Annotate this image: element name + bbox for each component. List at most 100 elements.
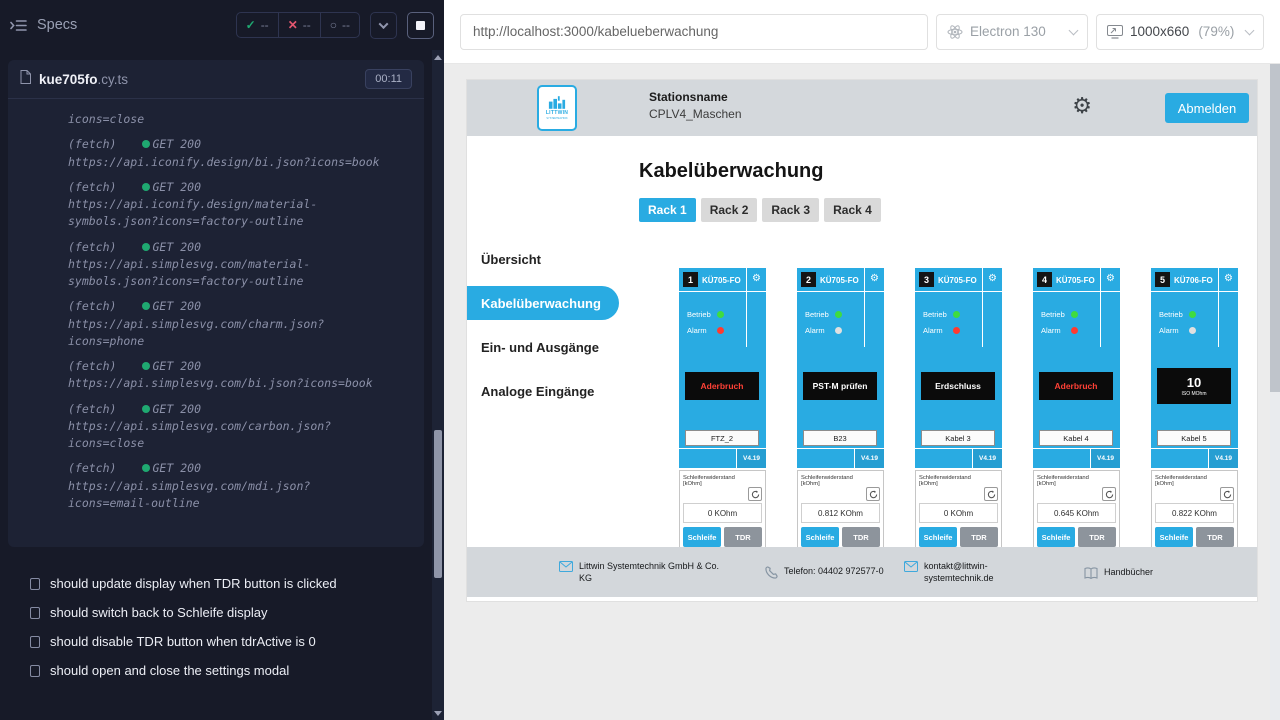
status-dot-icon [142, 464, 150, 472]
device-settings-icon[interactable]: ⚙ [988, 273, 997, 284]
device-gear-column: ⚙ [1100, 268, 1120, 347]
spec-name[interactable]: kue705fo.cy.ts [39, 72, 128, 87]
network-log-entry[interactable]: (fetch)GET200 https://api.simplesvg.com/… [68, 358, 390, 393]
sidebar-item-analoge-eingaenge[interactable]: Analoge Eingänge [467, 374, 619, 408]
network-log-entry[interactable]: (fetch)GET200 https://api.iconify.design… [68, 136, 390, 171]
test-box-icon [30, 636, 40, 648]
refresh-icon[interactable] [866, 487, 880, 501]
version-strip: V4.19 [1033, 448, 1120, 468]
sidebar-item-uebersicht[interactable]: Übersicht [467, 242, 619, 276]
stop-button[interactable] [407, 12, 434, 39]
tdr-button[interactable]: TDR [1078, 527, 1116, 547]
phone-number[interactable]: Telefon: 04402 972577-0 [784, 565, 884, 577]
scrollbar-thumb[interactable] [434, 430, 442, 578]
manuals-link[interactable]: Handbücher [1104, 566, 1153, 578]
schleife-button[interactable]: Schleife [1037, 527, 1075, 547]
alarm-led [1189, 327, 1196, 334]
sidebar-item-ein-und-ausgaenge[interactable]: Ein- und Ausgänge [467, 330, 619, 364]
network-log-entry[interactable]: (fetch)GET200 https://api.simplesvg.com/… [68, 401, 390, 453]
company-name: Littwin Systemtechnik GmbH & Co. KG [579, 560, 729, 584]
device-settings-icon[interactable]: ⚙ [870, 273, 879, 284]
url-input[interactable] [460, 14, 928, 50]
pending-count: -- [342, 18, 350, 32]
specs-label[interactable]: Specs [37, 17, 77, 33]
phone-icon [765, 566, 778, 579]
mode-buttons: Schleife TDR [683, 527, 762, 547]
status-dot-icon [142, 405, 150, 413]
device-settings-icon[interactable]: ⚙ [1224, 273, 1233, 284]
tdr-button[interactable]: TDR [842, 527, 880, 547]
log-url-continuation[interactable]: icons=close [68, 111, 390, 128]
viewport-size-select[interactable]: 1000x660 (79%) [1096, 14, 1264, 50]
test-title: should switch back to Schleife display [50, 605, 268, 620]
scrollbar-track[interactable] [432, 64, 444, 706]
refresh-icon[interactable] [1220, 487, 1234, 501]
spec-file-icon [20, 70, 31, 89]
station-name: CPLV4_Maschen [649, 107, 742, 121]
refresh-icon[interactable] [748, 487, 762, 501]
network-log-entry[interactable]: (fetch)GET200 https://api.simplesvg.com/… [68, 460, 390, 512]
refresh-icon[interactable] [984, 487, 998, 501]
littwin-logo-icon [548, 96, 566, 109]
device-settings-icon[interactable]: ⚙ [1106, 273, 1115, 284]
tdr-button[interactable]: TDR [960, 527, 998, 547]
test-item[interactable]: should disable TDR button when tdrActive… [14, 627, 418, 656]
measurement-label: Schleifenwiderstand [kOhm] [680, 471, 744, 487]
log-url: https://api.simplesvg.com/mdi.json?icons… [68, 478, 390, 513]
tab-rack-4[interactable]: Rack 4 [824, 198, 881, 222]
tdr-button[interactable]: TDR [724, 527, 762, 547]
alarm-led-row: Alarm [805, 326, 842, 335]
mode-buttons: Schleife TDR [1037, 527, 1116, 547]
refresh-icon[interactable] [1102, 487, 1116, 501]
measurement-panel: Schleifenwiderstand [kOhm] 0.645 KOhm Sc… [1033, 470, 1120, 550]
device-model-label: KÜ705-FO [820, 276, 859, 285]
email-address[interactable]: kontakt@littwin-systemtechnik.de [924, 560, 1004, 584]
tab-rack-2[interactable]: Rack 2 [701, 198, 758, 222]
rack-tabs: Rack 1 Rack 2 Rack 3 Rack 4 [639, 198, 1257, 222]
mode-buttons: Schleife TDR [919, 527, 998, 547]
device-number-badge: 5 [1155, 272, 1170, 287]
schleife-button[interactable]: Schleife [801, 527, 839, 547]
test-item[interactable]: should update display when TDR button is… [14, 569, 418, 598]
sidebar-item-kabelueberwachung[interactable]: Kabelüberwachung [467, 286, 619, 320]
clock-icon: ○ [330, 18, 337, 32]
device-settings-icon[interactable]: ⚙ [752, 273, 761, 284]
x-icon: ✕ [288, 18, 298, 32]
schleife-button[interactable]: Schleife [683, 527, 721, 547]
tab-rack-1[interactable]: Rack 1 [639, 198, 696, 222]
logout-button[interactable]: Abmelden [1165, 93, 1249, 123]
alarm-led-row: Alarm [1041, 326, 1078, 335]
device-panel: 3 KÜ705-FO ⚙ Betrieb Alarm Erdschluss Ka… [915, 268, 1002, 468]
command-log: icons=close (fetch)GET200 https://api.ic… [8, 99, 424, 532]
log-event-type: (fetch) [68, 359, 116, 373]
tab-rack-3[interactable]: Rack 3 [762, 198, 819, 222]
browser-select[interactable]: Electron 130 [936, 14, 1088, 50]
scroll-down-arrow-icon[interactable] [432, 706, 444, 720]
measurement-label: Schleifenwiderstand [kOhm] [1034, 471, 1098, 487]
network-log-entry[interactable]: (fetch)GET200 https://api.simplesvg.com/… [68, 239, 390, 291]
version-strip: V4.19 [797, 448, 884, 468]
status-dot-icon [142, 183, 150, 191]
footer-manuals[interactable]: Handbücher [1084, 566, 1153, 579]
reporter-scrollbar[interactable] [432, 50, 444, 720]
settings-gear-icon[interactable]: ⚙ [1072, 95, 1092, 119]
status-dot-icon [142, 362, 150, 370]
schleife-button[interactable]: Schleife [919, 527, 957, 547]
scroll-up-arrow-icon[interactable] [432, 50, 444, 64]
browser-scrollbar[interactable] [1270, 64, 1280, 720]
specs-menu-icon[interactable] [10, 19, 27, 32]
browser-scrollbar-thumb[interactable] [1270, 64, 1280, 392]
test-item[interactable]: should switch back to Schleife display [14, 598, 418, 627]
device-panel: 2 KÜ705-FO ⚙ Betrieb Alarm PST-M prüfen … [797, 268, 884, 468]
network-log-entry[interactable]: (fetch)GET200 https://api.iconify.design… [68, 179, 390, 231]
cypress-content: kue705fo.cy.ts 00:11 icons=close (fetch)… [0, 50, 432, 720]
test-box-icon [30, 607, 40, 619]
test-title: should open and close the settings modal [50, 663, 289, 678]
spec-log-panel: kue705fo.cy.ts 00:11 icons=close (fetch)… [8, 60, 424, 547]
preferences-chevron-button[interactable] [370, 12, 397, 39]
test-list: should update display when TDR button is… [0, 555, 432, 699]
schleife-button[interactable]: Schleife [1155, 527, 1193, 547]
network-log-entry[interactable]: (fetch)GET200 https://api.simplesvg.com/… [68, 298, 390, 350]
test-item[interactable]: should open and close the settings modal [14, 656, 418, 685]
tdr-button[interactable]: TDR [1196, 527, 1234, 547]
